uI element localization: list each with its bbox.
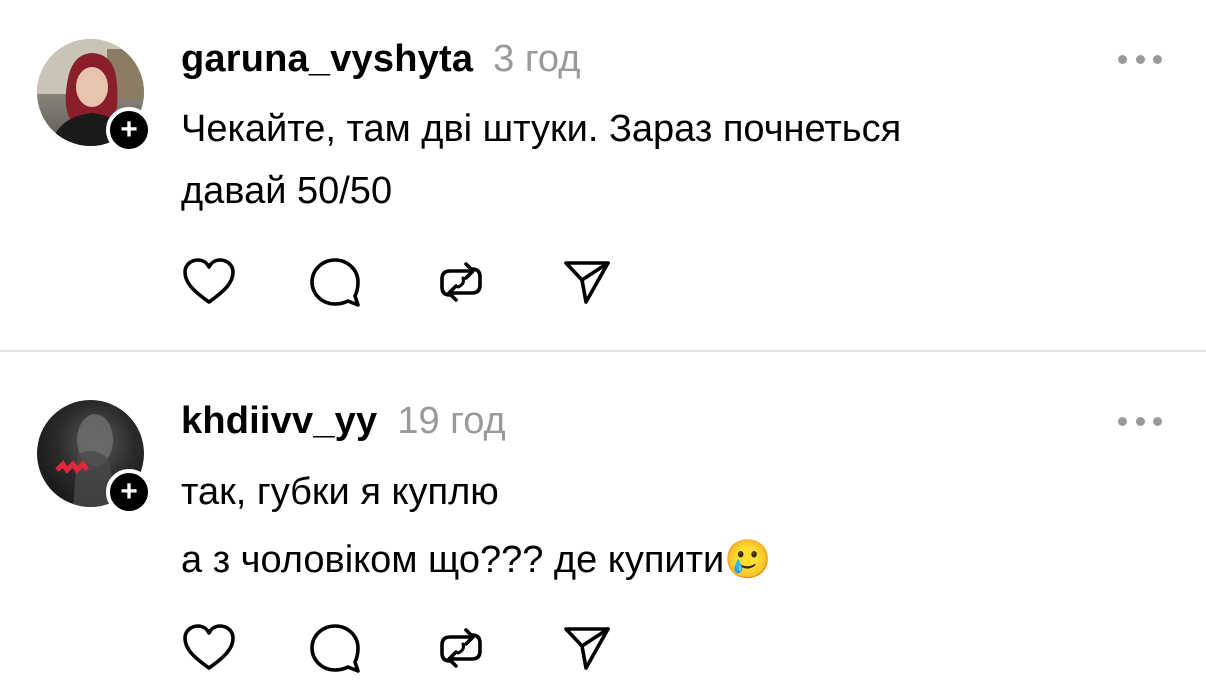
more-options-button[interactable] bbox=[1118, 411, 1162, 431]
like-button[interactable] bbox=[181, 620, 237, 676]
action-bar bbox=[181, 620, 621, 676]
more-icon bbox=[1118, 416, 1127, 426]
more-icon bbox=[1118, 54, 1127, 64]
username[interactable]: khdiivv_yy bbox=[181, 400, 377, 443]
comment-text-line: Чекайте, там дві штуки. Зараз почнеться bbox=[181, 108, 902, 150]
share-button[interactable] bbox=[559, 254, 615, 310]
repost-button[interactable] bbox=[433, 254, 489, 310]
comment-icon bbox=[310, 258, 360, 307]
repost-icon bbox=[440, 628, 482, 668]
share-button[interactable] bbox=[559, 620, 615, 676]
username[interactable]: garuna_vyshyta bbox=[181, 38, 473, 81]
reply-button[interactable] bbox=[307, 620, 363, 676]
follow-button[interactable]: + bbox=[106, 469, 152, 515]
reply-button[interactable] bbox=[307, 254, 363, 310]
comment-feed: + garuna_vyshyta 3 год Чекайте, там дві … bbox=[0, 0, 1206, 680]
plus-icon: + bbox=[120, 475, 138, 508]
repost-icon bbox=[440, 262, 482, 302]
comment-header: garuna_vyshyta 3 год bbox=[181, 38, 580, 81]
like-button[interactable] bbox=[181, 254, 237, 310]
send-icon bbox=[564, 261, 610, 304]
comment-text-line: давай 50/50 bbox=[181, 170, 393, 212]
comment-text-line: так, губки я куплю bbox=[181, 471, 499, 513]
repost-button[interactable] bbox=[433, 620, 489, 676]
comment-icon bbox=[310, 624, 360, 673]
heart-icon bbox=[183, 258, 235, 304]
heart-icon bbox=[183, 624, 235, 670]
comment-post: + khdiivv_yy 19 год так, губки я куплю а… bbox=[0, 352, 1206, 680]
comment-header: khdiivv_yy 19 год bbox=[181, 400, 506, 443]
plus-icon: + bbox=[120, 113, 138, 146]
action-bar bbox=[181, 254, 621, 310]
comment-post: + garuna_vyshyta 3 год Чекайте, там дві … bbox=[0, 0, 1206, 350]
follow-button[interactable]: + bbox=[106, 107, 152, 153]
timestamp: 19 год bbox=[397, 400, 506, 442]
send-icon bbox=[564, 627, 610, 670]
comment-text-line: а з чоловіком що??? де купити🥲 bbox=[181, 539, 772, 581]
more-options-button[interactable] bbox=[1118, 49, 1162, 69]
timestamp: 3 год bbox=[493, 38, 581, 80]
